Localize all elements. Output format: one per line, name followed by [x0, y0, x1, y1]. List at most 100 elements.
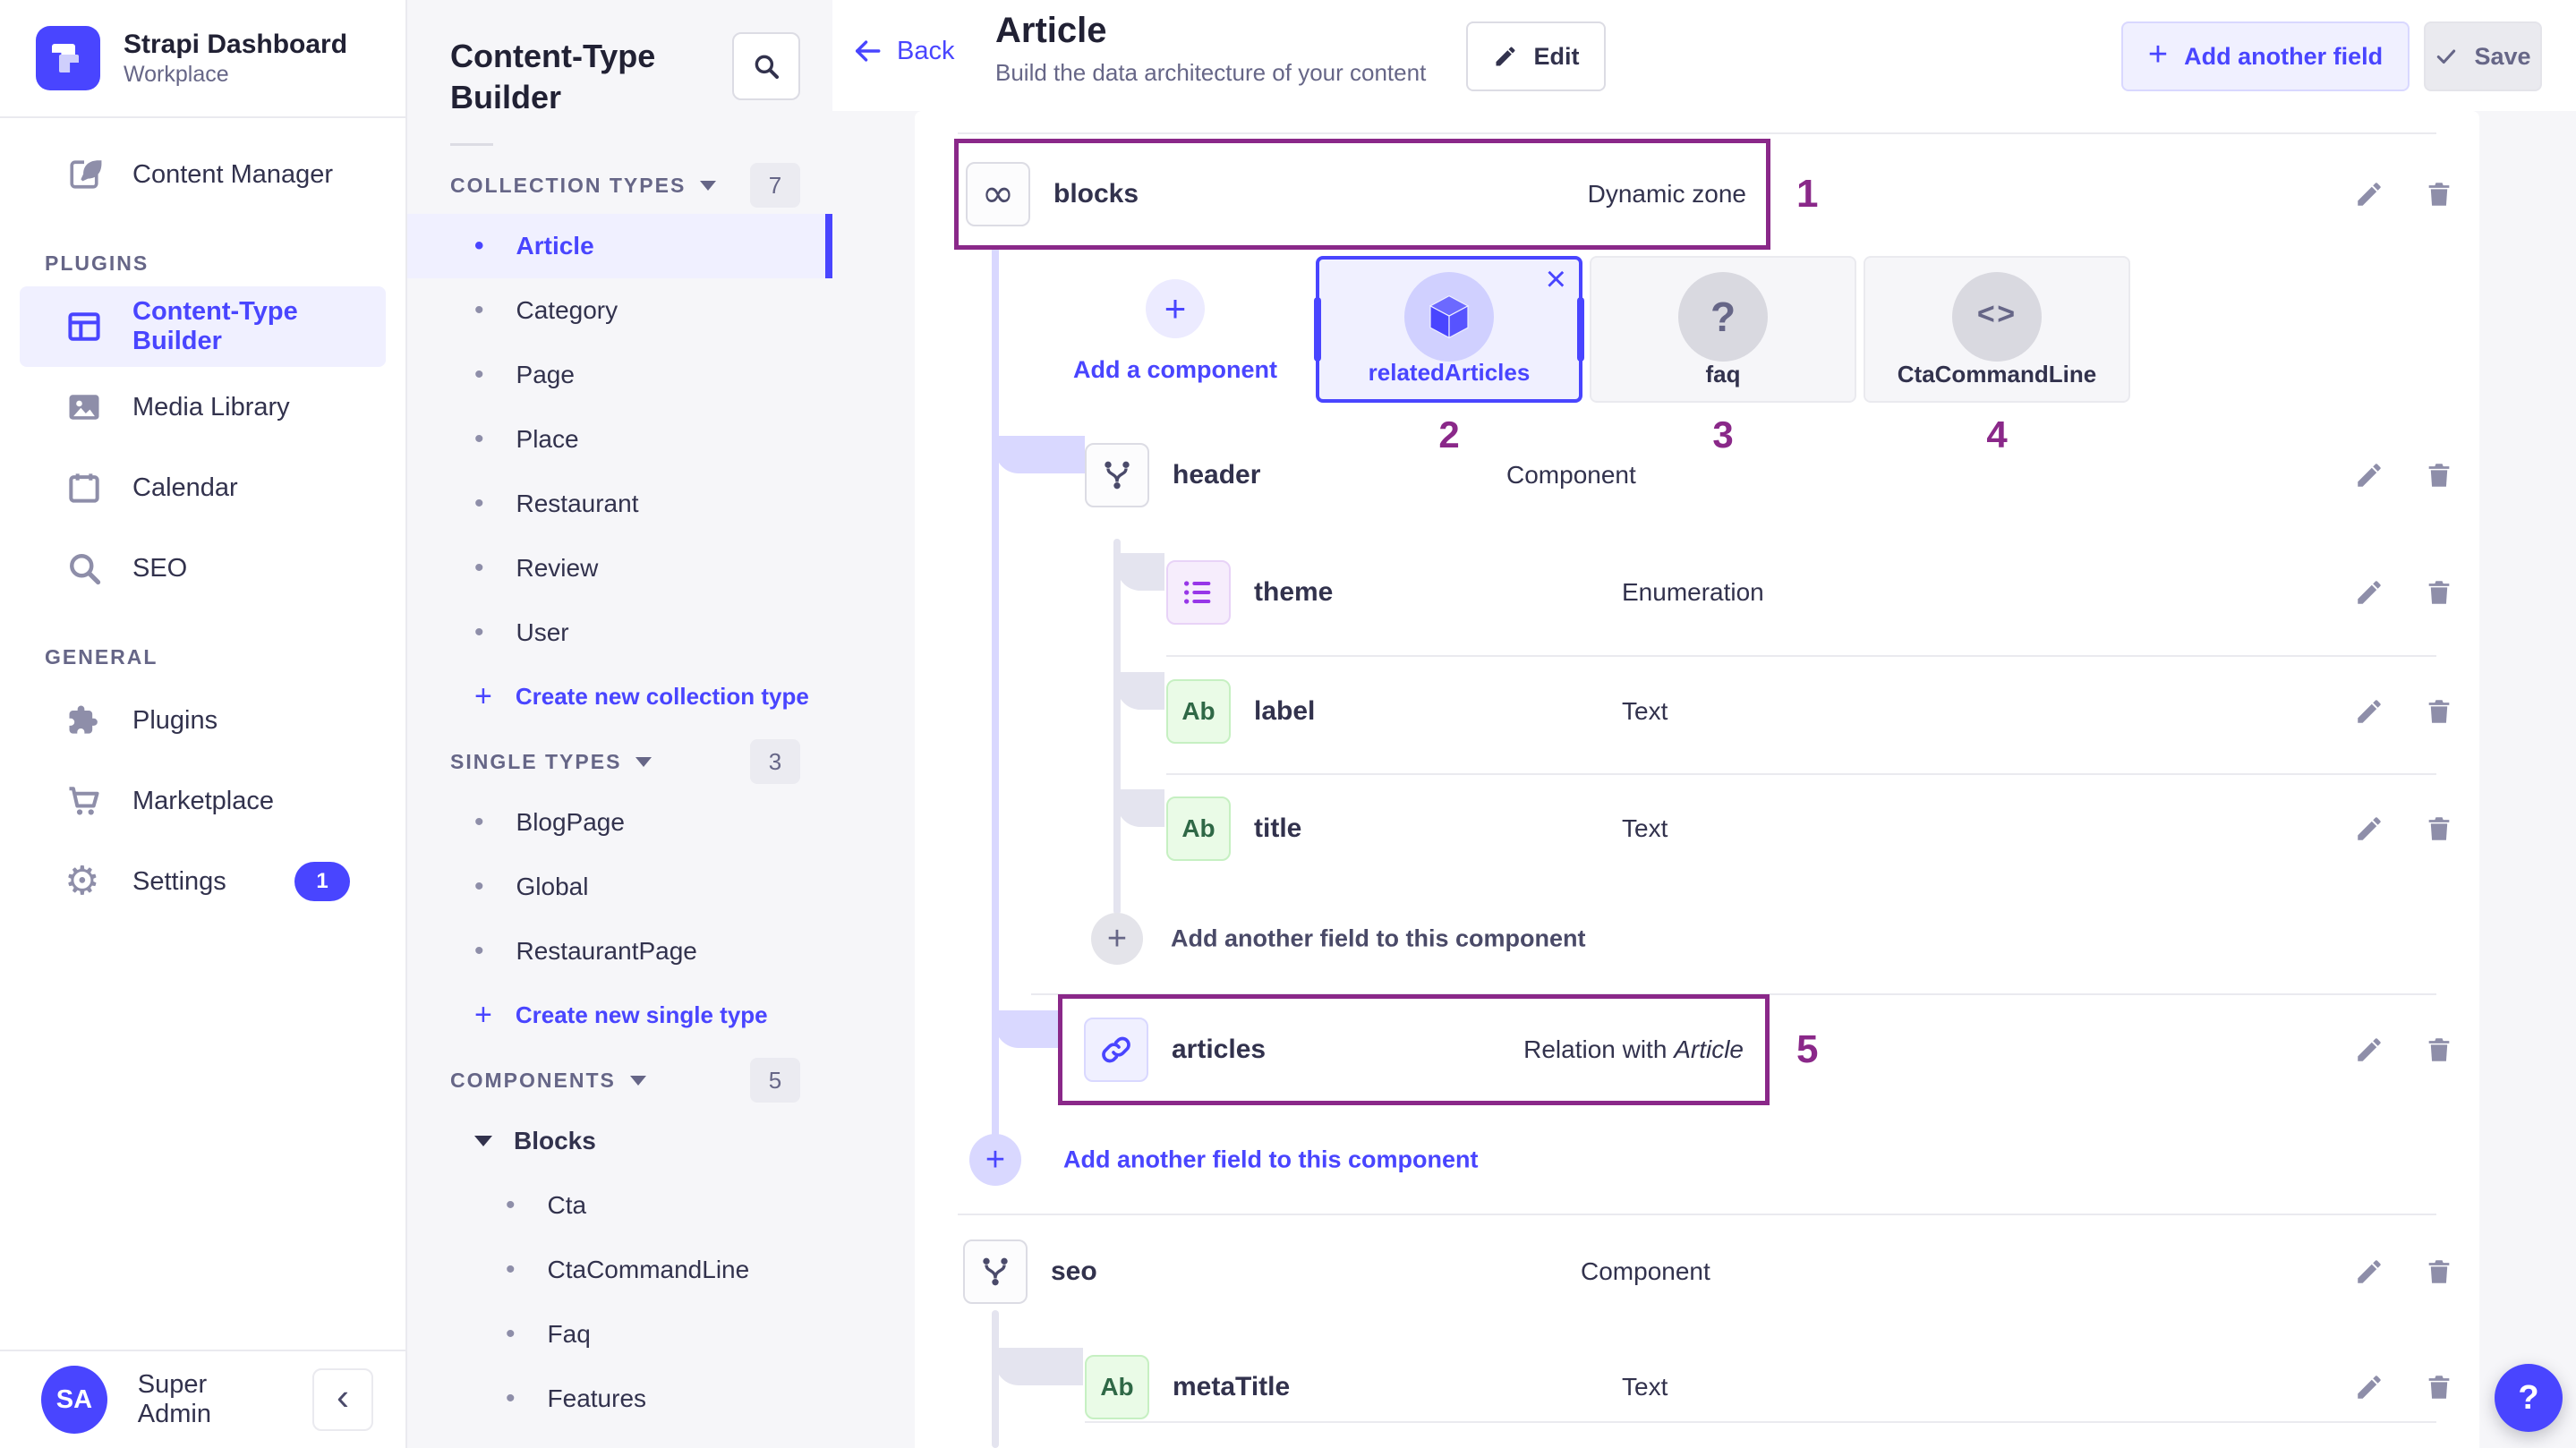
field-row-theme[interactable]: theme Enumeration — [915, 533, 2479, 652]
component-icon — [1085, 443, 1149, 507]
calendar-icon — [64, 468, 104, 507]
divider — [958, 132, 2436, 134]
add-another-field-button[interactable]: + Add another field — [2121, 21, 2410, 91]
enumeration-icon — [1166, 560, 1231, 625]
sidebar-item-content-type-builder[interactable]: Content-Type Builder — [20, 286, 386, 367]
field-row-header[interactable]: header Component — [915, 416, 2479, 534]
create-single-type-link[interactable]: + Create new single type — [407, 984, 832, 1046]
pencil-icon — [1493, 44, 1518, 69]
subnav-item-article[interactable]: •Article — [407, 214, 832, 278]
subnav-item-restaurant[interactable]: •Restaurant — [407, 472, 832, 536]
seo-search-icon — [64, 549, 104, 588]
component-card-ctacommandline[interactable]: <> CtaCommandLine — [1864, 256, 2130, 403]
subnav-item-category[interactable]: •Category — [407, 278, 832, 343]
add-a-component-button[interactable]: + Add a component — [1058, 256, 1292, 408]
brand-name: Strapi Dashboard — [124, 29, 347, 61]
divider — [450, 143, 493, 146]
sidebar-item-content-manager[interactable]: Content Manager — [20, 134, 386, 215]
edit-field-icon[interactable] — [2354, 577, 2384, 608]
field-row-blocks[interactable]: ∞ blocks Dynamic zone 1 — [915, 139, 2479, 250]
edit-field-icon[interactable] — [2354, 1372, 2384, 1402]
save-button[interactable]: Save — [2424, 21, 2542, 91]
page-subtitle: Build the data architecture of your cont… — [995, 59, 1426, 87]
sidebar-item-seo[interactable]: SEO — [20, 528, 386, 609]
create-collection-type-link[interactable]: + Create new collection type — [407, 665, 832, 728]
text-field-icon: Ab — [1166, 679, 1231, 744]
subnav-item-ctacommandline[interactable]: •CtaCommandLine — [407, 1238, 832, 1302]
edit-field-icon[interactable] — [2354, 696, 2384, 727]
page-header: Back Article Build the data architecture… — [832, 0, 2576, 111]
subnav-item-global[interactable]: •Global — [407, 855, 832, 919]
dynamic-zone-icon: ∞ — [966, 162, 1030, 226]
cart-icon — [64, 781, 104, 821]
sidebar-item-label: Content Manager — [132, 160, 333, 190]
sidebar-item-label: Plugins — [132, 706, 218, 736]
close-icon[interactable]: × — [1546, 260, 1566, 300]
field-row-label[interactable]: Ab label Text — [915, 652, 2479, 771]
sidebar-item-media-library[interactable]: Media Library — [20, 367, 386, 447]
sidebar-item-label: Content-Type Builder — [132, 297, 386, 356]
section-single-types[interactable]: SINGLE TYPES 3 — [407, 733, 832, 790]
field-row-title[interactable]: Ab title Text — [915, 770, 2479, 888]
field-row-articles[interactable]: articles Relation with Article 5 — [915, 994, 2479, 1105]
text-field-icon: Ab — [1085, 1355, 1149, 1419]
subnav-item-features[interactable]: •Features — [407, 1367, 832, 1431]
delete-field-icon[interactable] — [2424, 460, 2454, 490]
strapi-logo-icon — [36, 26, 100, 90]
back-link[interactable]: Back — [852, 36, 954, 66]
delete-field-icon[interactable] — [2424, 179, 2454, 209]
user-name: Super Admin — [138, 1370, 282, 1429]
subnav-item-restaurantpage[interactable]: •RestaurantPage — [407, 919, 832, 984]
plus-icon: + — [969, 1134, 1021, 1186]
sidebar-item-marketplace[interactable]: Marketplace — [20, 761, 386, 841]
edit-field-icon[interactable] — [2354, 1256, 2384, 1287]
section-collection-types[interactable]: COLLECTION TYPES 7 — [407, 157, 832, 214]
delete-field-icon[interactable] — [2424, 577, 2454, 608]
component-card-faq[interactable]: ? faq — [1590, 256, 1856, 403]
help-button[interactable]: ? — [2495, 1364, 2563, 1432]
sidebar-section-general: GENERAL — [0, 634, 405, 680]
chevron-down-icon — [630, 1076, 646, 1086]
add-field-to-header-component-button[interactable]: + Add another field to this component — [915, 884, 2479, 993]
subnav-item-faq[interactable]: •Faq — [407, 1302, 832, 1367]
subnav-item-place[interactable]: •Place — [407, 407, 832, 472]
add-field-to-related-component-button[interactable]: + Add another field to this component — [915, 1105, 2479, 1214]
chevron-left-icon: ‹ — [337, 1376, 349, 1418]
component-group-blocks[interactable]: Blocks — [407, 1109, 832, 1173]
brand[interactable]: Strapi Dashboard Workplace — [0, 0, 405, 118]
sidebar-item-calendar[interactable]: Calendar — [20, 447, 386, 528]
component-card-relatedarticles[interactable]: × relatedArticles — [1316, 256, 1582, 403]
subnav-item-cta[interactable]: •Cta — [407, 1173, 832, 1238]
sidebar-item-plugins[interactable]: Plugins — [20, 680, 386, 761]
sidebar-item-label: SEO — [132, 554, 187, 583]
chevron-down-icon — [635, 757, 652, 767]
field-row-seo[interactable]: seo Component — [915, 1213, 2479, 1331]
delete-field-icon[interactable] — [2424, 1372, 2454, 1402]
delete-field-icon[interactable] — [2424, 1256, 2454, 1287]
content-type-builder-subnav: Content-Type Builder COLLECTION TYPES 7 … — [407, 0, 832, 1448]
edit-field-icon[interactable] — [2354, 179, 2384, 209]
field-row-metatitle[interactable]: Ab metaTitle Text — [915, 1328, 2479, 1446]
subnav-item-user[interactable]: •User — [407, 600, 832, 665]
delete-field-icon[interactable] — [2424, 1035, 2454, 1065]
edit-button[interactable]: Edit — [1466, 21, 1606, 91]
collapse-sidebar-button[interactable]: ‹ — [312, 1368, 373, 1431]
content-manager-icon — [64, 155, 104, 194]
avatar[interactable]: SA — [41, 1366, 107, 1434]
search-button[interactable] — [732, 32, 800, 100]
section-components[interactable]: COMPONENTS 5 — [407, 1052, 832, 1109]
main-sidebar: Strapi Dashboard Workplace Content Manag… — [0, 0, 407, 1448]
edit-field-icon[interactable] — [2354, 460, 2384, 490]
delete-field-icon[interactable] — [2424, 696, 2454, 727]
subnav-item-blogpage[interactable]: •BlogPage — [407, 790, 832, 855]
edit-field-icon[interactable] — [2354, 1035, 2384, 1065]
subnav-item-review[interactable]: •Review — [407, 536, 832, 600]
delete-field-icon[interactable] — [2424, 813, 2454, 844]
cube-icon — [1404, 272, 1494, 362]
edit-field-icon[interactable] — [2354, 813, 2384, 844]
sidebar-item-settings[interactable]: ⚙ Settings 1 — [20, 841, 386, 922]
sidebar-section-plugins: PLUGINS — [0, 240, 405, 286]
search-icon — [751, 51, 781, 81]
gear-icon: ⚙ — [64, 862, 104, 901]
subnav-item-page[interactable]: •Page — [407, 343, 832, 407]
